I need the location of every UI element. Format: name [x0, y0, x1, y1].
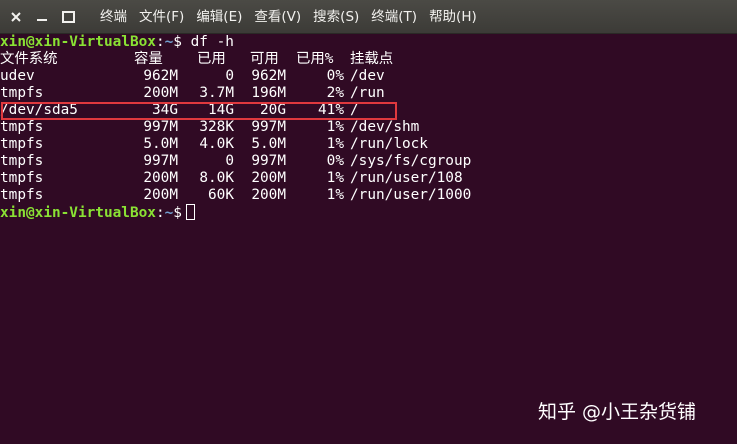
cell-used: 328K — [199, 119, 234, 135]
cell-avail: 200M — [251, 170, 286, 186]
cell-use-percent: 1% — [326, 170, 344, 186]
header-use-percent: 已用% — [296, 51, 334, 67]
text-cursor — [185, 204, 195, 220]
prompt-line: xin@xin-VirtualBox:~$ — [0, 204, 195, 221]
cell-mounted-on: /dev/shm — [350, 119, 420, 135]
cell-used: 0 — [225, 153, 234, 169]
menu-item-terminal[interactable]: 终端(T) — [365, 0, 423, 34]
table-row: tmpfs 200M 3.7M 196M 2% /run — [0, 85, 737, 102]
command-line: xin@xin-VirtualBox:~$ df -h — [0, 34, 234, 51]
close-icon — [11, 11, 21, 22]
cell-avail: 200M — [251, 187, 286, 203]
cell-mounted-on: /run — [350, 85, 385, 101]
cell-mounted-on: /run/user/1000 — [350, 187, 472, 203]
cell-size: 200M — [143, 187, 178, 203]
cell-size: 200M — [143, 170, 178, 186]
cell-mounted-on: /run/user/108 — [350, 170, 463, 186]
cell-use-percent: 1% — [326, 187, 344, 203]
cell-use-percent: 1% — [326, 119, 344, 135]
prompt-symbol: $ — [173, 34, 182, 50]
cell-use-percent: 0% — [326, 153, 344, 169]
cell-size: 200M — [143, 85, 178, 101]
prompt-separator: : — [155, 34, 165, 50]
cell-avail: 997M — [251, 153, 286, 169]
cell-filesystem: udev — [0, 68, 35, 84]
table-row: tmpfs 997M 328K 997M 1% /dev/shm — [0, 119, 737, 136]
table-row: tmpfs 997M 0 997M 0% /sys/fs/cgroup — [0, 153, 737, 170]
menu-item-edit[interactable]: 编辑(E) — [190, 0, 248, 34]
command-text: df -h — [190, 34, 234, 50]
minimize-window-button[interactable] — [34, 9, 50, 25]
cell-use-percent: 0% — [326, 68, 344, 84]
cell-filesystem: tmpfs — [0, 187, 44, 203]
cell-size: 997M — [143, 119, 178, 135]
cell-used: 4.0K — [199, 136, 234, 152]
menu-item-help[interactable]: 帮助(H) — [423, 0, 483, 34]
cell-size: 962M — [143, 68, 178, 84]
prompt-user: xin@xin-VirtualBox — [0, 34, 156, 50]
cell-filesystem: tmpfs — [0, 170, 44, 186]
header-used: 已用 — [197, 51, 226, 67]
menu-item-view[interactable]: 查看(V) — [248, 0, 307, 34]
header-size: 容量 — [134, 51, 163, 67]
cell-avail: 962M — [251, 68, 286, 84]
cell-use-percent: 2% — [326, 85, 344, 101]
cell-use-percent: 1% — [326, 136, 344, 152]
cell-filesystem: tmpfs — [0, 85, 44, 101]
header-avail: 可用 — [250, 51, 279, 67]
cell-used: 3.7M — [199, 85, 234, 101]
cell-mounted-on: /run/lock — [350, 136, 428, 152]
cell-filesystem: tmpfs — [0, 119, 44, 135]
prompt-separator: : — [155, 205, 165, 221]
prompt-path: ~ — [164, 205, 174, 221]
table-header: 文件系统 容量 已用 可用 已用% 挂载点 — [0, 51, 737, 68]
header-filesystem: 文件系统 — [0, 51, 58, 67]
cell-size: 5.0M — [143, 136, 178, 152]
cell-mounted-on: /sys/fs/cgroup — [350, 153, 472, 169]
title-menu-bar: 终端 文件(F) 编辑(E) 查看(V) 搜索(S) 终端(T) 帮助(H) — [0, 0, 737, 34]
table-row: tmpfs 200M 8.0K 200M 1% /run/user/108 — [0, 170, 737, 187]
table-row: tmpfs 200M 60K 200M 1% /run/user/1000 — [0, 187, 737, 204]
table-row: udev 962M 0 962M 0% /dev — [0, 68, 737, 85]
close-window-button[interactable] — [8, 9, 24, 25]
prompt-symbol: $ — [173, 205, 182, 221]
cell-used: 8.0K — [199, 170, 234, 186]
cell-filesystem: tmpfs — [0, 153, 44, 169]
cell-mounted-on: /dev — [350, 68, 385, 84]
cell-used: 60K — [208, 187, 234, 203]
minimize-icon — [37, 18, 47, 21]
prompt-user: xin@xin-VirtualBox — [0, 205, 156, 221]
terminal-output[interactable]: xin@xin-VirtualBox:~$ df -h 文件系统 容量 已用 可用 已用… — [0, 34, 737, 444]
maximize-icon — [61, 10, 75, 23]
watermark: 知乎 @小王杂货铺 — [538, 401, 697, 423]
cell-avail: 5.0M — [251, 136, 286, 152]
menu-item-search[interactable]: 搜索(S) — [307, 0, 365, 34]
header-mounted-on: 挂载点 — [350, 51, 394, 67]
table-row: tmpfs 5.0M 4.0K 5.0M 1% /run/lock — [0, 136, 737, 153]
maximize-window-button[interactable] — [60, 9, 76, 25]
menu-item-terminal-app[interactable]: 终端 — [98, 0, 133, 34]
menu-bar: 终端 文件(F) 编辑(E) 查看(V) 搜索(S) 终端(T) 帮助(H) — [98, 0, 483, 34]
highlight-box — [1, 102, 397, 120]
cell-avail: 997M — [251, 119, 286, 135]
cell-avail: 196M — [251, 85, 286, 101]
cell-filesystem: tmpfs — [0, 136, 44, 152]
menu-item-file[interactable]: 文件(F) — [133, 0, 190, 34]
cell-used: 0 — [225, 68, 234, 84]
cell-size: 997M — [143, 153, 178, 169]
prompt-path: ~ — [164, 34, 174, 50]
